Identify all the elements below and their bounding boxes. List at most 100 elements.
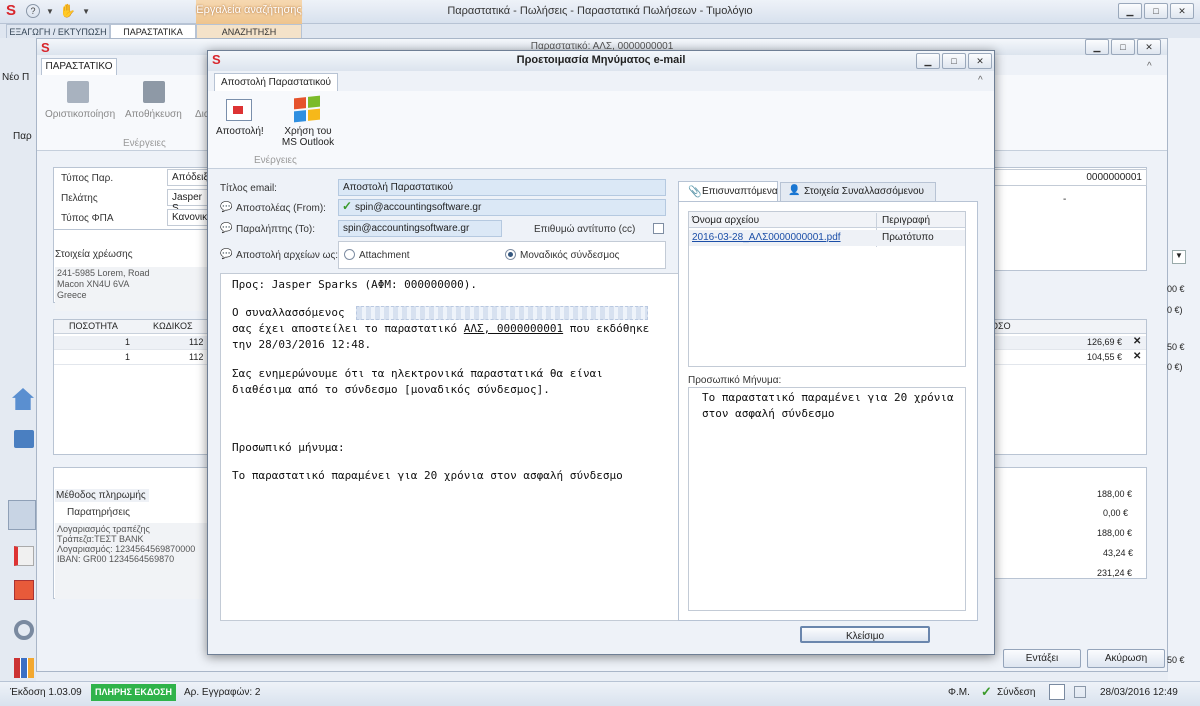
to-input[interactable]: spin@accountingsoftware.gr <box>338 220 502 237</box>
records-count: Αρ. Εγγραφών: 2 <box>184 687 261 698</box>
tab-search[interactable]: ΑΝΑΖΗΤΗΣΗ <box>196 24 302 38</box>
dialog-logo: S <box>212 52 221 67</box>
dialog-minimize-button[interactable]: ▁ <box>916 53 940 69</box>
reports-icon[interactable] <box>14 658 34 678</box>
section-para-label: Παρ <box>13 131 32 142</box>
email-dialog: Προετοιμασία Μηνύματος e-mail S ▁ □ ✕ Αποσ… <box>207 50 995 655</box>
notes-line: IBAN: GR00 1234564569870 <box>57 554 175 564</box>
attachment-option-label[interactable]: Attachment <box>359 250 410 261</box>
collapse-ribbon-icon[interactable]: ^ <box>978 75 983 86</box>
col-qty-header[interactable]: ΠΟΣΟΤΗΤΑ <box>69 321 118 331</box>
total-value: 43,24 € <box>1103 548 1134 558</box>
user-icon: 👤 <box>788 185 801 196</box>
cc-label: Επιθυμώ αντίτυπο (cc) <box>534 224 636 235</box>
collapse-ribbon-icon[interactable]: ^ <box>1147 61 1152 72</box>
link-option-label[interactable]: Μοναδικός σύνδεσμος <box>520 250 619 261</box>
tab-document[interactable]: ΠΑΡΑΣΤΑΤΙΚΟ <box>41 58 117 75</box>
settings-icon[interactable] <box>14 620 34 640</box>
dash-text: - <box>1063 194 1067 205</box>
ok-button[interactable]: Εντάξει <box>1003 649 1081 668</box>
to-label: Παραλήπτης (To): <box>236 224 316 235</box>
attachment-description: Πρωτότυπο <box>882 232 934 243</box>
doc-minimize-button[interactable]: ▁ <box>1085 39 1109 55</box>
hand-icon[interactable]: ✋ <box>60 3 76 19</box>
windows-icon[interactable] <box>294 95 320 123</box>
save-icon[interactable] <box>143 81 165 103</box>
calendar-icon[interactable] <box>14 580 34 600</box>
version-text: Έκδοση 1.03.09 <box>10 687 82 698</box>
finalize-label[interactable]: Οριστικοποίηση <box>45 109 115 120</box>
close-button[interactable]: ✕ <box>1170 3 1194 19</box>
delete-row-icon[interactable]: ✕ <box>1133 351 1141 362</box>
dropdown-arrow-icon[interactable]: ▼ <box>82 7 90 16</box>
doc-number-field[interactable]: 0000000001 <box>993 169 1147 186</box>
dialog-title: Προετοιμασία Μηνύματος e-mail <box>208 51 994 71</box>
layout-icon[interactable] <box>1049 684 1065 700</box>
comment-icon: 💬 <box>220 249 233 260</box>
dialog-maximize-button[interactable]: □ <box>942 53 966 69</box>
window-controls: ▁ □ ✕ <box>1118 3 1194 19</box>
check-icon: ✓ <box>342 199 353 213</box>
dialog-window-controls: ▁ □ ✕ <box>916 53 992 69</box>
edge-value: 0 €) <box>1167 362 1183 372</box>
maximize-button[interactable]: □ <box>1144 3 1168 19</box>
notes-line: Τράπεζα:ΤΕΣΤ BANK <box>57 534 144 544</box>
documents-icon[interactable] <box>8 500 36 530</box>
contacts-icon[interactable] <box>14 430 34 448</box>
col-code-header[interactable]: ΚΩΔΙΚΟΣ <box>153 321 193 331</box>
dialog-group-label: Ενέργειες <box>254 155 297 166</box>
body-line: την 28/03/2016 12:48. <box>232 338 372 351</box>
delete-row-icon[interactable]: ✕ <box>1133 336 1141 347</box>
close-dialog-button[interactable]: Κλείσιμο <box>800 626 930 643</box>
body-line: Προς: Jasper Sparks (ΑΦΜ: 000000000). <box>232 278 478 291</box>
radio-link[interactable] <box>505 249 516 260</box>
dropdown-arrow-icon[interactable]: ▼ <box>46 7 54 16</box>
body-line: διαθέσιμα από το σύνδεσμο [μοναδικός σύν… <box>232 383 550 396</box>
notes-text[interactable]: Λογαριασμός τραπέζης Τράπεζα:ΤΕΣΤ BANK Λ… <box>55 523 211 599</box>
dropdown-arrow-icon[interactable]: ▼ <box>1172 250 1186 264</box>
billing-line: Greece <box>57 290 87 300</box>
tab-documents[interactable]: ΠΑΡΑΣΤΑΤΙΚΑ <box>110 24 196 38</box>
minimize-button[interactable]: ▁ <box>1118 3 1142 19</box>
tab-export-print[interactable]: ΕΞΑΓΩΓΗ / ΕΚΤΥΠΩΣΗ <box>6 24 110 38</box>
body-line: Προσωπικό μήνυμα: <box>232 441 345 454</box>
attachment-file-link[interactable]: 2016-03-28_ΑΛΣ0000000001.pdf <box>692 232 841 243</box>
vat-type-field[interactable]: Κανονικ <box>167 209 211 226</box>
cc-checkbox[interactable] <box>653 223 664 234</box>
radio-attachment[interactable] <box>344 249 355 260</box>
outlook-label[interactable]: Χρήση του MS Outlook <box>278 126 338 148</box>
col-desc-header[interactable]: Περιγραφή <box>882 215 930 226</box>
fm-label[interactable]: Φ.Μ. <box>948 687 970 698</box>
notes-line: Λογαριασμός: 1234564569870000 <box>57 544 196 554</box>
body-line: Ο συναλλασσόμενος <box>232 306 345 319</box>
row-code: 112 <box>189 337 204 347</box>
billing-address: 241-5985 Lorem, Road Macon XN4U 6VA Gree… <box>55 267 211 311</box>
doc-close-button[interactable]: ✕ <box>1137 39 1161 55</box>
app-title: Παραστατικά - Πωλήσεις - Παραστατικά Πωλ… <box>447 5 753 17</box>
row-qty: 1 <box>125 352 131 362</box>
edge-value: 50 € <box>1167 655 1185 665</box>
from-input[interactable]: spin@accountingsoftware.gr <box>338 199 666 216</box>
body-line: Σας ενημερώνουμε ότι τα ηλεκτρονικά παρα… <box>232 367 603 380</box>
help-button[interactable]: ? <box>26 4 40 18</box>
tasks-icon[interactable] <box>14 546 34 566</box>
doc-maximize-button[interactable]: □ <box>1111 39 1135 55</box>
finalize-icon[interactable] <box>67 81 89 103</box>
home-icon[interactable] <box>12 388 34 410</box>
col-file-header[interactable]: Όνομα αρχείου <box>692 215 759 226</box>
tab-send-document[interactable]: Αποστολή Παραστατικού <box>214 73 338 91</box>
dialog-close-button[interactable]: ✕ <box>968 53 992 69</box>
customer-field[interactable]: Jasper S <box>167 189 211 214</box>
notes-line: Λογαριασμός τραπέζης <box>57 524 150 534</box>
document-link[interactable]: ΑΛΣ, 0000000001 <box>464 322 563 335</box>
save-label[interactable]: Αποθήκευση <box>125 109 182 120</box>
quick-access-toolbar: S ? ▼ ✋ ▼ <box>6 3 90 19</box>
window-icon[interactable] <box>1074 686 1086 698</box>
connection-status[interactable]: Σύνδεση <box>997 687 1035 698</box>
email-title-input[interactable]: Αποστολή Παραστατικού <box>338 179 666 196</box>
doc-type-field[interactable]: Απόδειξ <box>167 169 211 186</box>
send-icon[interactable] <box>226 99 252 121</box>
send-label[interactable]: Αποστολή! <box>216 126 264 137</box>
right-edge-panel <box>1168 38 1200 681</box>
cancel-button[interactable]: Ακύρωση <box>1087 649 1165 668</box>
